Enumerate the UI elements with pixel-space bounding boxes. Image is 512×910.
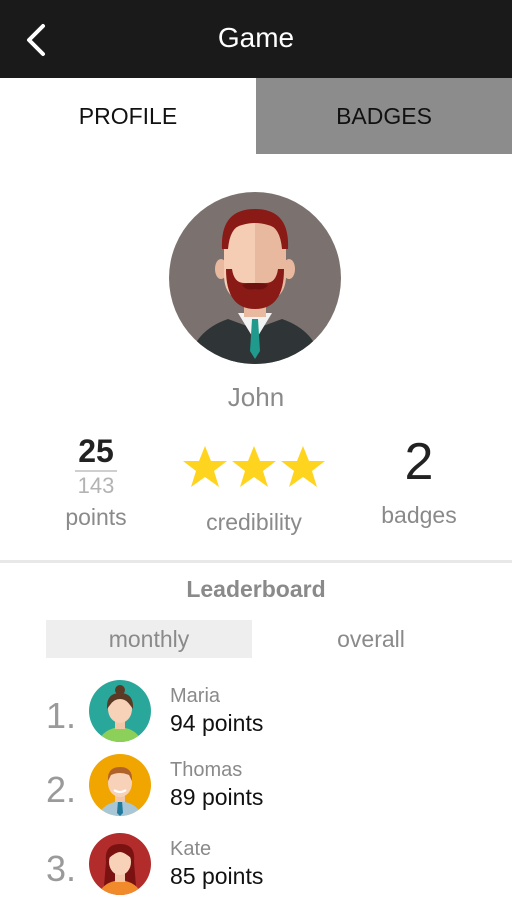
page-title: Game xyxy=(217,22,295,53)
period-monthly[interactable]: monthly xyxy=(46,620,252,658)
user-name: Kate xyxy=(170,838,212,860)
star-icon xyxy=(183,446,227,487)
user-name: Maria xyxy=(170,685,221,707)
rank-number: 2. xyxy=(46,769,77,810)
user-avatar xyxy=(89,754,151,816)
user-points: 94 points xyxy=(170,710,264,736)
leaderboard-row[interactable]: 3. Kate 85 points xyxy=(0,832,512,902)
tab-badges[interactable]: BADGES xyxy=(256,78,512,154)
leaderboard-row[interactable]: 1. Maria 94 points xyxy=(0,679,512,749)
badges-label: badges xyxy=(381,502,457,528)
user-points: 89 points xyxy=(170,784,264,810)
user-points: 85 points xyxy=(170,863,264,889)
section-divider xyxy=(0,560,512,563)
credibility-stars xyxy=(183,446,325,487)
top-app-bar: Game xyxy=(0,0,512,78)
leaderboard-row[interactable]: 2. Thomas 89 points xyxy=(0,753,512,823)
credibility-stat: credibility xyxy=(178,444,330,536)
user-name: Thomas xyxy=(170,759,243,781)
points-label: points xyxy=(65,504,127,530)
period-overall[interactable]: overall xyxy=(270,620,472,658)
star-icon xyxy=(232,446,276,487)
user-avatar xyxy=(89,833,151,895)
points-current: 25 xyxy=(78,433,114,469)
credibility-label: credibility xyxy=(206,509,302,535)
rank-number: 1. xyxy=(46,695,77,736)
rank-number: 3. xyxy=(46,848,77,889)
points-total: 143 xyxy=(77,473,115,498)
badges-count: 2 xyxy=(404,433,434,491)
points-stat: 25 143 points xyxy=(46,434,146,531)
profile-avatar xyxy=(169,192,341,364)
leaderboard-title: Leaderboard xyxy=(186,576,326,602)
star-icon xyxy=(281,446,325,487)
tab-bar: PROFILE BADGES xyxy=(0,78,512,154)
tab-profile[interactable]: PROFILE xyxy=(0,78,256,154)
badges-stat: 2 badges xyxy=(364,434,474,529)
user-avatar xyxy=(89,680,151,742)
profile-name: John xyxy=(227,382,285,412)
points-divider xyxy=(75,470,117,472)
